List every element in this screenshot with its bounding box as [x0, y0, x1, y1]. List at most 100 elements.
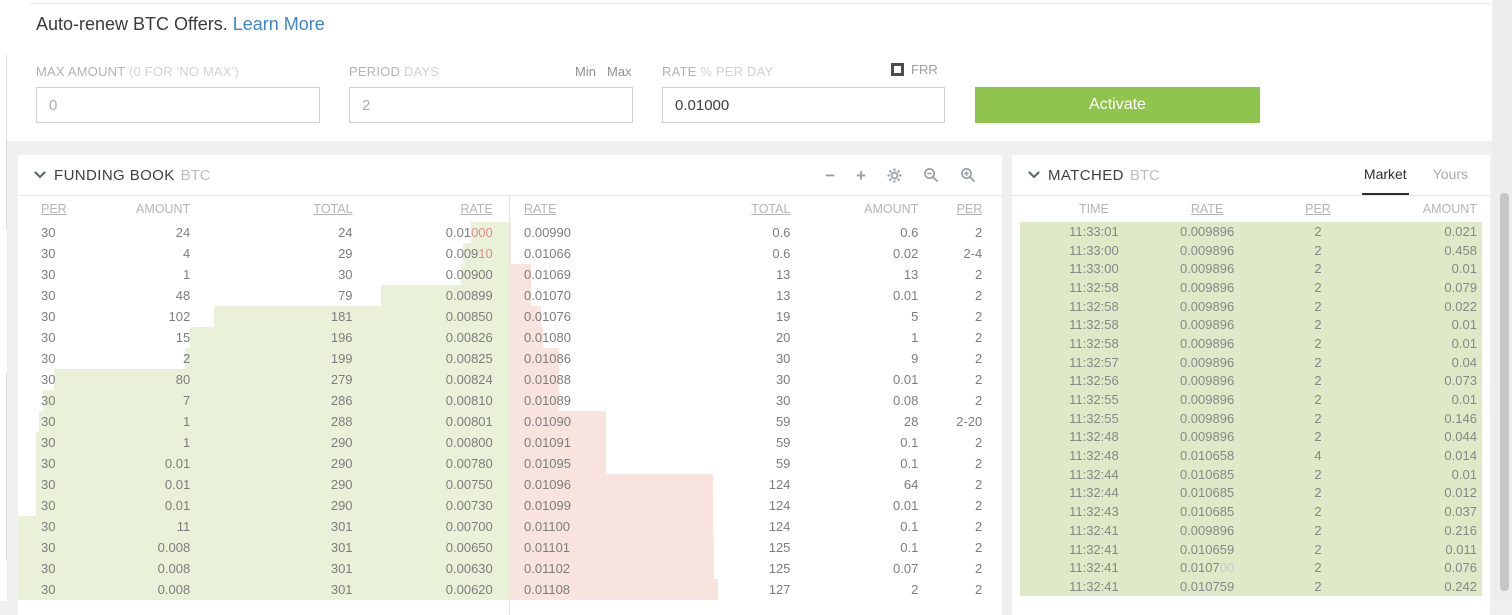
tab-yours[interactable]: Yours	[1431, 156, 1470, 195]
trade-row[interactable]: 11:32:41 0.010759 2 0.242	[1020, 577, 1482, 596]
bid-total: 290	[330, 477, 353, 492]
trade-row[interactable]: 11:32:48 0.009896 2 0.044	[1020, 427, 1482, 447]
trade-row[interactable]: 11:32:43 0.010685 2 0.037	[1020, 502, 1482, 521]
trade-row[interactable]: 11:32:58 0.009896 2 0.01	[1020, 315, 1482, 335]
bid-book-row[interactable]: 30 1 290 0.00800	[18, 432, 510, 453]
trade-row[interactable]: 11:33:01 0.009896 2 0.021	[1020, 222, 1482, 241]
frr-checkbox[interactable]: FRR	[891, 62, 938, 77]
tab-market[interactable]: Market	[1361, 156, 1409, 195]
trade-row[interactable]: 11:32:44 0.010685 2 0.012	[1020, 483, 1482, 503]
matched-col-per[interactable]: PER	[1246, 202, 1389, 216]
ask-book-row[interactable]: 0.01090 59 28 2-20	[510, 411, 1002, 432]
bid-book-row[interactable]: 30 7 286 0.00810	[18, 390, 510, 411]
ask-book-row[interactable]: 0.01086 30 9 2	[510, 348, 1002, 369]
collapse-chevron-icon[interactable]	[1026, 167, 1042, 183]
ask-book-row[interactable]: 0.01099 124 0.01 2	[510, 495, 1002, 516]
bid-amount: 0.01	[164, 477, 191, 492]
bid-col-per[interactable]: PER	[18, 202, 77, 216]
trade-row[interactable]: 11:32:41 0.010659 2 0.011	[1020, 539, 1482, 559]
ask-col-amount[interactable]: AMOUNT	[790, 202, 918, 216]
bid-book-row[interactable]: 30 11 301 0.00700	[18, 516, 510, 537]
bid-book-row[interactable]: 30 0.008 301 0.00630	[18, 558, 510, 579]
matched-tabs: Market Yours	[1361, 156, 1476, 195]
trade-row[interactable]: 11:33:00 0.009896 2 0.458	[1020, 240, 1482, 260]
max-amount-input[interactable]	[36, 87, 320, 123]
trade-time: 11:32:55	[1069, 410, 1119, 426]
ask-book-row[interactable]: 0.01108 127 2 2	[510, 579, 1002, 600]
collapse-chevron-icon[interactable]	[32, 167, 48, 183]
ask-book-row[interactable]: 0.01100 124 0.1 2	[510, 516, 1002, 537]
trade-row[interactable]: 11:32:41 0.009896 2 0.216	[1020, 521, 1482, 540]
bid-book-row[interactable]: 30 0.01 290 0.00730	[18, 495, 510, 516]
ask-book-row[interactable]: 0.01091 59 0.1 2	[510, 432, 1002, 453]
ask-book-row[interactable]: 0.00990 0.6 0.6 2	[510, 222, 1002, 243]
bid-book-row[interactable]: 30 1 30 0.00900	[18, 264, 510, 285]
bid-book-row[interactable]: 30 102 181 0.00850	[18, 306, 510, 327]
ask-book-row[interactable]: 0.01088 30 0.01 2	[510, 369, 1002, 390]
trade-row[interactable]: 11:32:58 0.009896 2 0.01	[1020, 334, 1482, 353]
bid-rate: 0.00850	[445, 309, 493, 324]
trade-row[interactable]: 11:33:00 0.009896 2 0.01	[1020, 259, 1482, 279]
matched-col-amount[interactable]: AMOUNT	[1390, 202, 1482, 216]
ask-book-row[interactable]: 0.01076 19 5 2	[510, 306, 1002, 327]
matched-col-rate[interactable]: RATE	[1168, 202, 1247, 216]
period-input[interactable]	[349, 87, 633, 123]
bid-book-row[interactable]: 30 1 288 0.00801	[18, 411, 510, 432]
ask-book-row[interactable]: 0.01070 13 0.01 2	[510, 285, 1002, 306]
ask-rate: 0.01066	[524, 246, 571, 261]
plus-icon[interactable]: +	[856, 167, 866, 184]
ask-book-row[interactable]: 0.01101 125 0.1 2	[510, 537, 1002, 558]
period-max-link[interactable]: Max	[607, 64, 632, 79]
bid-book-row[interactable]: 30 4 29 0.00910	[18, 243, 510, 264]
rate-input[interactable]	[662, 87, 945, 123]
bid-book-row[interactable]: 30 15 196 0.00826	[18, 327, 510, 348]
bid-total: 301	[330, 519, 353, 534]
bid-per: 30	[41, 330, 56, 345]
page-scrollbar-thumb[interactable]	[1500, 193, 1509, 591]
trade-row[interactable]: 11:32:41 0.010700 2 0.076	[1020, 558, 1482, 578]
bid-book-row[interactable]: 30 24 24 0.01000	[18, 222, 510, 243]
learn-more-link[interactable]: Learn More	[233, 14, 325, 34]
bid-rate: 0.01000	[445, 225, 493, 240]
ask-book-row[interactable]: 0.01080 20 1 2	[510, 327, 1002, 348]
ask-col-total[interactable]: TOTAL	[638, 202, 790, 216]
minus-icon[interactable]: −	[825, 167, 835, 184]
ask-book-row[interactable]: 0.01096 124 64 2	[510, 474, 1002, 495]
bid-book-row[interactable]: 30 80 279 0.00824	[18, 369, 510, 390]
bid-book-row[interactable]: 30 0.01 290 0.00750	[18, 474, 510, 495]
trade-row[interactable]: 11:32:58 0.009896 2 0.079	[1020, 278, 1482, 297]
ask-book-row[interactable]: 0.01066 0.6 0.02 2-4	[510, 243, 1002, 264]
trade-row[interactable]: 11:32:57 0.009896 2 0.04	[1020, 352, 1482, 372]
bid-col-rate[interactable]: RATE	[353, 202, 492, 216]
ask-book-row[interactable]: 0.01089 30 0.08 2	[510, 390, 1002, 411]
bid-col-total[interactable]: TOTAL	[190, 202, 352, 216]
bid-book-row[interactable]: 30 0.008 301 0.00650	[18, 537, 510, 558]
ask-book-row[interactable]: 0.01069 13 13 2	[510, 264, 1002, 285]
ask-amount: 0.08	[893, 393, 919, 408]
ask-book-row[interactable]: 0.01095 59 0.1 2	[510, 453, 1002, 474]
bid-book-row[interactable]: 30 48 79 0.00899	[18, 285, 510, 306]
ask-col-per[interactable]: PER	[918, 202, 983, 216]
ask-book-row[interactable]: 0.01102 125 0.07 2	[510, 558, 1002, 579]
bid-col-amount[interactable]: AMOUNT	[77, 202, 190, 216]
frr-checkbox-box[interactable]	[891, 63, 904, 76]
trade-row[interactable]: 11:32:55 0.009896 2 0.146	[1020, 408, 1482, 428]
ask-rate: 0.01076	[524, 309, 571, 324]
bid-book-row[interactable]: 30 2 199 0.00825	[18, 348, 510, 369]
ask-col-rate[interactable]: RATE	[510, 202, 638, 216]
bid-book-row[interactable]: 30 0.008 301 0.00620	[18, 579, 510, 600]
zoom-in-icon[interactable]	[960, 167, 976, 183]
trade-row[interactable]: 11:32:44 0.010685 2 0.01	[1020, 464, 1482, 484]
bid-book-row[interactable]: 30 0.01 290 0.00780	[18, 453, 510, 474]
trade-row[interactable]: 11:32:55 0.009896 2 0.01	[1020, 390, 1482, 409]
matched-col-time[interactable]: TIME	[1020, 202, 1168, 216]
trade-row[interactable]: 11:32:56 0.009896 2 0.073	[1020, 371, 1482, 391]
zoom-out-icon[interactable]	[923, 167, 939, 183]
trade-time: 11:32:55	[1069, 392, 1119, 408]
activate-button[interactable]: Activate	[975, 87, 1260, 123]
period-min-link[interactable]: Min	[575, 64, 596, 79]
trade-row[interactable]: 11:32:58 0.009896 2 0.022	[1020, 296, 1482, 316]
gear-icon[interactable]	[887, 167, 902, 183]
trade-row[interactable]: 11:32:48 0.010658 4 0.014	[1020, 446, 1482, 465]
ask-total: 0.6	[772, 225, 791, 240]
